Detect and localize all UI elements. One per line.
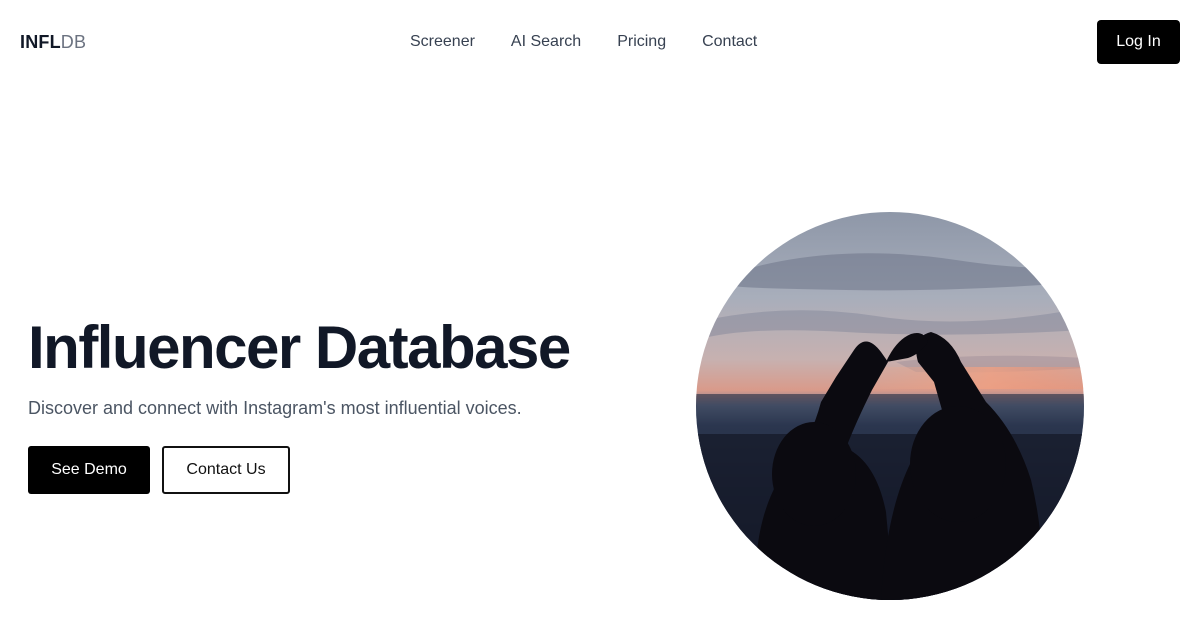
contact-us-button[interactable]: Contact Us: [162, 446, 290, 494]
nav-link-pricing[interactable]: Pricing: [617, 31, 666, 53]
nav-link-screener[interactable]: Screener: [410, 31, 475, 53]
hero-title: Influencer Database: [28, 314, 571, 381]
logo-light-text: DB: [60, 32, 87, 52]
nav-link-ai-search[interactable]: AI Search: [511, 31, 581, 53]
nav-link-contact[interactable]: Contact: [702, 31, 757, 53]
nav-links: Screener AI Search Pricing Contact: [410, 31, 757, 53]
see-demo-button[interactable]: See Demo: [28, 446, 150, 494]
hero-image: [696, 212, 1084, 600]
hero-subtitle: Discover and connect with Instagram's mo…: [28, 398, 522, 418]
hero-photo-illustration: [696, 212, 1084, 600]
logo-bold-text: INFL: [20, 32, 61, 52]
brand-logo[interactable]: INFLDB: [20, 31, 86, 53]
top-navbar: INFLDB Screener AI Search Pricing Contac…: [0, 0, 1200, 84]
login-button[interactable]: Log In: [1097, 20, 1180, 64]
